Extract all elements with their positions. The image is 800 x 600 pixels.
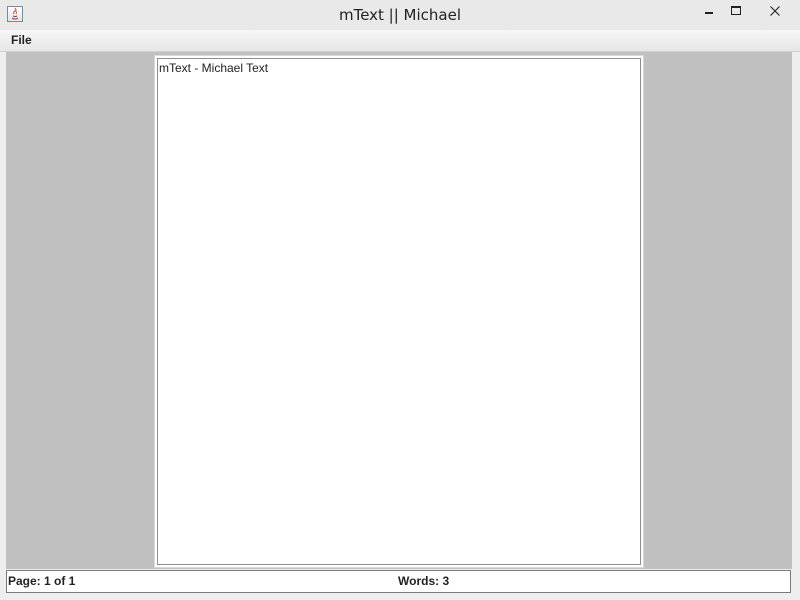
minimize-icon (705, 12, 713, 14)
document-page: mText - Michael Text (154, 55, 644, 568)
menu-file[interactable]: File (5, 30, 38, 51)
app-window: mText || Michael File mText - Michael Te… (0, 0, 800, 600)
document-text[interactable]: mText - Michael Text (159, 61, 268, 75)
minimize-button[interactable] (695, 0, 723, 22)
menu-bar: File (0, 30, 800, 52)
close-button[interactable] (751, 0, 798, 22)
maximize-button[interactable] (723, 0, 749, 22)
page-count: Page: 1 of 1 (8, 574, 76, 588)
close-icon (769, 6, 780, 16)
maximize-icon (731, 6, 741, 15)
title-bar[interactable]: mText || Michael (0, 0, 800, 30)
document-workspace: mText - Michael Text (6, 52, 792, 569)
text-editor[interactable]: mText - Michael Text (157, 58, 641, 565)
status-bar: Page: 1 of 1 Words: 3 (6, 570, 791, 593)
word-count: Words: 3 (398, 574, 450, 588)
window-title: mText || Michael (338, 6, 462, 24)
